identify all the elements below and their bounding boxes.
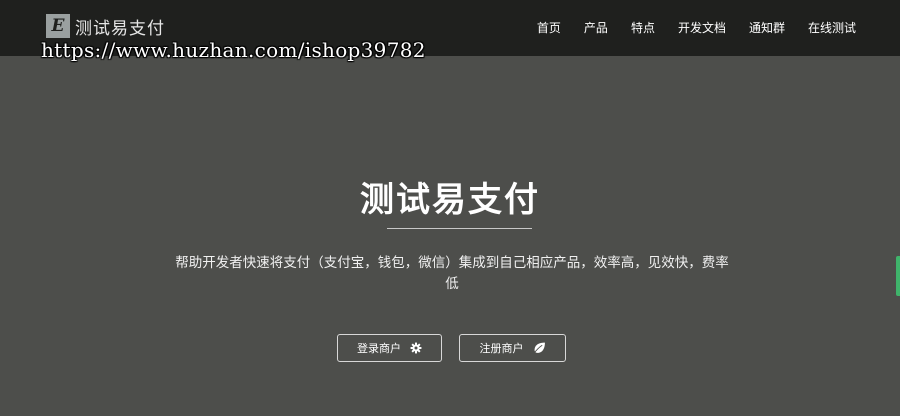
nav-item-online-test[interactable]: 在线测试 bbox=[808, 19, 856, 36]
login-merchant-button[interactable]: 登录商户 bbox=[337, 334, 442, 362]
register-merchant-label: 注册商户 bbox=[479, 342, 524, 355]
nav-menu: 首页 产品 特点 开发文档 通知群 在线测试 bbox=[514, 19, 856, 36]
leaf-icon bbox=[533, 342, 546, 354]
nav-item-products[interactable]: 产品 bbox=[584, 19, 608, 36]
hero-description: 帮助开发者快速将支付（支付宝，钱包，微信）集成到自己相应产品，效率高，见效快，费… bbox=[175, 255, 729, 292]
gear-icon bbox=[410, 342, 422, 354]
login-merchant-label: 登录商户 bbox=[357, 342, 401, 355]
watermark-url: https://www.huzhan.com/ishop39782 bbox=[41, 38, 426, 62]
nav-item-notice-group[interactable]: 通知群 bbox=[749, 19, 785, 36]
hero-title: 测试易支付 bbox=[360, 180, 540, 220]
nav-item-dev-docs[interactable]: 开发文档 bbox=[678, 19, 726, 36]
register-merchant-button[interactable]: 注册商户 bbox=[459, 334, 566, 362]
hero-divider bbox=[387, 228, 532, 229]
brand[interactable]: E 测试易支付 bbox=[46, 13, 165, 39]
nav-item-features[interactable]: 特点 bbox=[631, 19, 655, 36]
brand-logo-icon: E bbox=[46, 14, 70, 38]
nav-item-home[interactable]: 首页 bbox=[537, 19, 561, 36]
brand-name: 测试易支付 bbox=[75, 18, 165, 39]
side-float-tab[interactable] bbox=[896, 256, 900, 296]
